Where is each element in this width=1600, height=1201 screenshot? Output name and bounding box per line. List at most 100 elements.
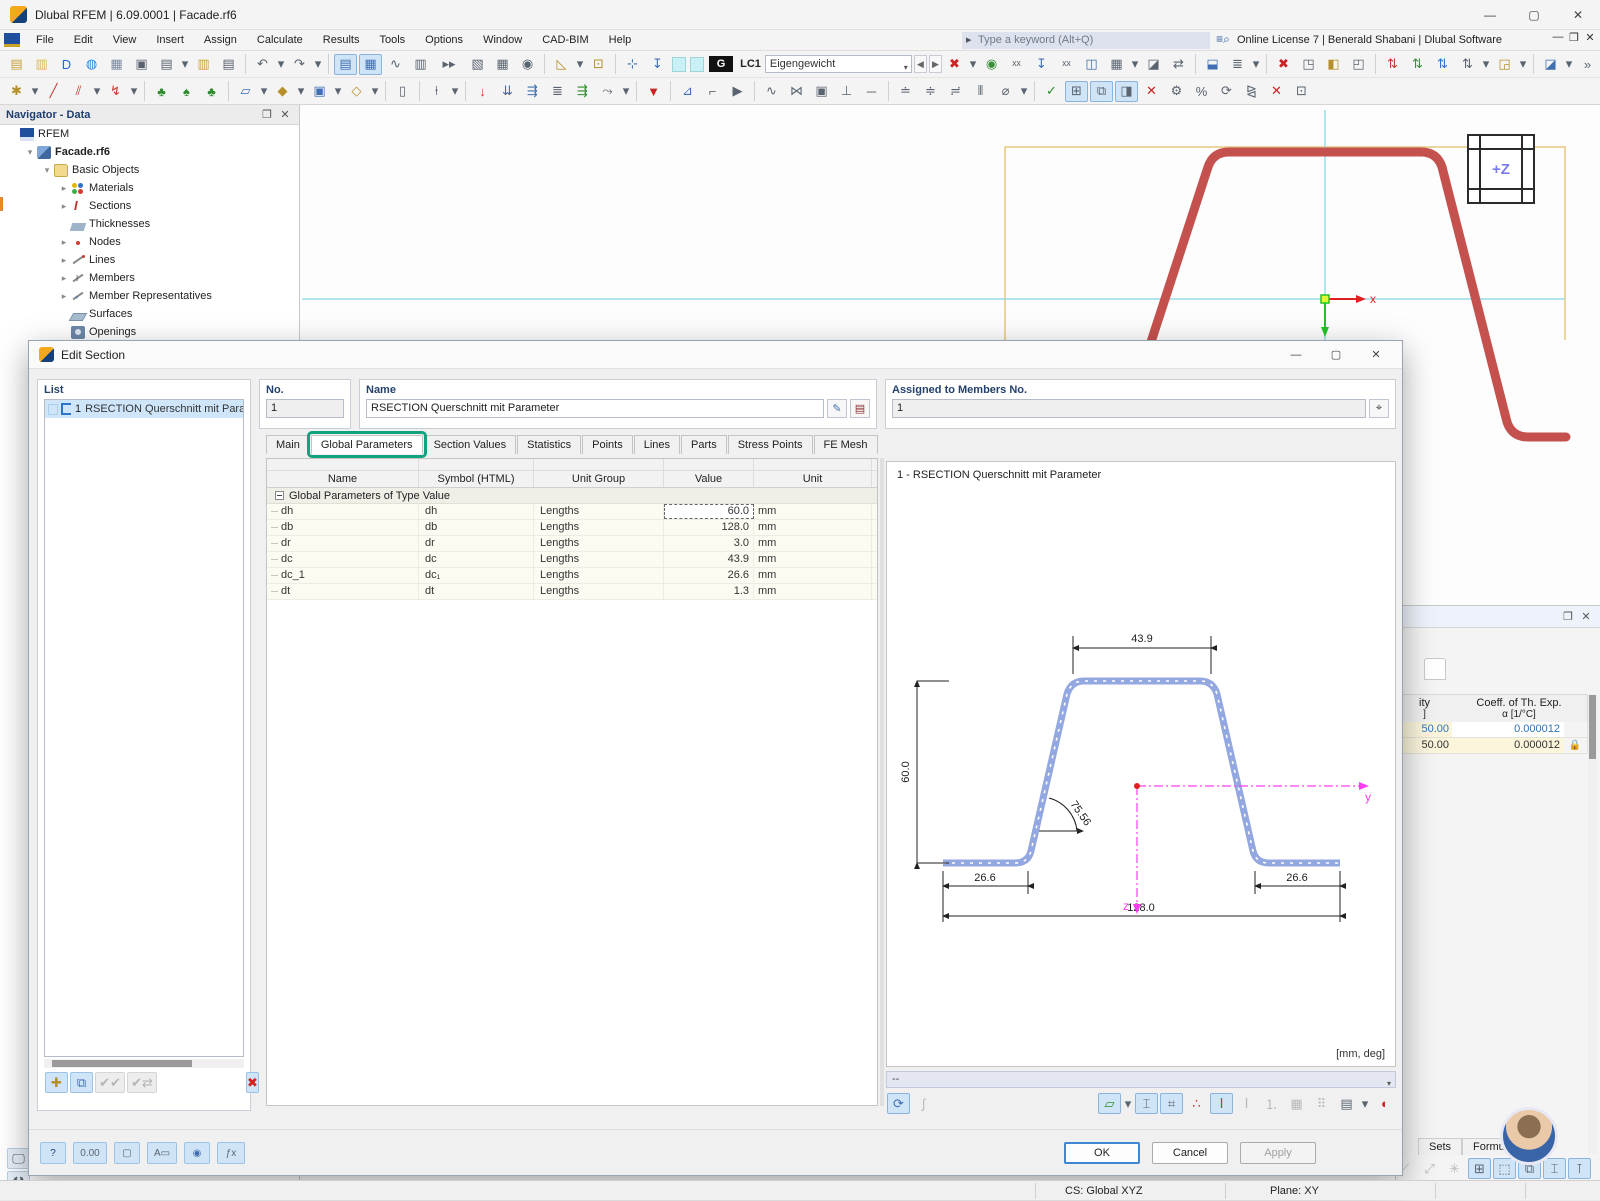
material-row[interactable]: 50.00 0.000012 🔒 — [1396, 738, 1588, 754]
tree-chevron-icon[interactable]: ▸ — [57, 255, 71, 266]
find-section-icon[interactable]: ◖ — [1372, 1093, 1395, 1114]
new-node-icon[interactable]: ✱ — [5, 81, 28, 102]
deactivate-icon[interactable]: ⌀ — [994, 81, 1017, 102]
zoom-caret-icon[interactable]: ▾ — [1518, 54, 1528, 75]
sidebar-item-nodes[interactable]: ▸ Nodes — [0, 233, 299, 251]
list-item-selected[interactable]: 1 RSECTION Querschnitt mit Parameter — [45, 400, 243, 418]
zoom-select-icon[interactable]: ◲ — [1493, 54, 1516, 75]
opening-icon[interactable]: ▣ — [308, 81, 331, 102]
show-results-icon[interactable]: ↧ — [1030, 54, 1053, 75]
gear-icon[interactable]: ⚙ — [1165, 81, 1188, 102]
pin-icon[interactable]: ⊺ — [1568, 1158, 1591, 1179]
tab-points[interactable]: Points — [582, 435, 633, 454]
block-icon[interactable]: ◇ — [345, 81, 368, 102]
member-load-icon[interactable]: ⇊ — [496, 81, 519, 102]
doc-minimize-button[interactable]: — — [1550, 31, 1566, 44]
network-model-icon[interactable]: ◍ — [80, 54, 103, 75]
printout-icon[interactable]: ▥ — [409, 54, 432, 75]
sidebar-item-rfem[interactable]: RFEM — [0, 125, 299, 143]
table-icon[interactable]: ▦ — [491, 54, 514, 75]
search-input[interactable]: Type a keyword (Alt+Q) — [962, 32, 1210, 49]
grid-toggle-icon[interactable]: ⊞ — [1065, 81, 1088, 102]
new-file-icon[interactable]: ▤ — [5, 54, 28, 75]
show-loads-icon[interactable]: ◉ — [980, 54, 1003, 75]
doc-close-button[interactable]: ✕ — [1582, 31, 1598, 44]
tab-main[interactable]: Main — [266, 435, 310, 454]
menu-edit[interactable]: Edit — [64, 30, 103, 51]
tree-chevron-icon[interactable]: ▸ — [57, 237, 71, 248]
section-preview-panel[interactable]: 1 - RSECTION Querschnitt mit Parameter 4… — [886, 461, 1396, 1067]
display-settings-icon[interactable]: 🖵 — [7, 1148, 30, 1169]
tree-chevron-icon[interactable]: ▸ — [57, 201, 71, 212]
close-red-icon[interactable]: ✕ — [1265, 81, 1288, 102]
cancel-calc-icon[interactable]: ✖ — [1272, 54, 1295, 75]
render-icon[interactable]: ◪ — [1539, 54, 1562, 75]
menu-cad-bim[interactable]: CAD-BIM — [532, 30, 598, 51]
axes-toggle-icon[interactable]: ⌗ — [1160, 1093, 1183, 1114]
filter-loads-icon[interactable]: ✖ — [943, 54, 966, 75]
opening-caret-icon[interactable]: ▾ — [333, 81, 343, 102]
save-view-icon[interactable]: ⬓ — [1201, 54, 1224, 75]
menu-assign[interactable]: Assign — [194, 30, 247, 51]
print-caret2-icon[interactable]: ▾ — [1360, 1093, 1370, 1114]
sidebar-item-openings[interactable]: Openings — [0, 323, 299, 341]
animation-icon[interactable]: ▶ — [726, 81, 749, 102]
release-icon[interactable]: ≐ — [894, 81, 917, 102]
redo-icon[interactable]: ↷ — [288, 54, 311, 75]
block-caret-icon[interactable]: ▾ — [370, 81, 380, 102]
plane-caret-icon[interactable]: ▾ — [575, 54, 585, 75]
invert-selection-button[interactable]: ✔⇄ — [127, 1072, 157, 1093]
view-caret-icon[interactable]: ▾ — [1123, 1093, 1133, 1114]
open-file-icon[interactable]: ▥ — [30, 54, 53, 75]
frame2-icon[interactable]: ⊡ — [1290, 81, 1313, 102]
list-horizontal-scrollbar[interactable] — [44, 1059, 244, 1068]
dialog-minimize-button[interactable]: — — [1276, 342, 1316, 368]
close-panel-icon[interactable]: ✕ — [1578, 610, 1594, 623]
rotate-icon[interactable]: ⟳ — [1215, 81, 1238, 102]
sidebar-item-materials[interactable]: ▸ Materials — [0, 179, 299, 197]
formula-button[interactable]: ƒx — [217, 1142, 245, 1164]
close-button[interactable]: ✕ — [1556, 0, 1600, 29]
close-panel-icon[interactable]: ✕ — [277, 108, 293, 121]
tree-chevron-icon[interactable]: ▸ — [57, 291, 71, 302]
menu-options[interactable]: Options — [415, 30, 473, 51]
views-caret-icon[interactable]: ▾ — [1130, 54, 1140, 75]
imperfection-icon[interactable]: ⤳ — [596, 81, 619, 102]
param-row-db[interactable]: db db Lengths 128.0 mm — [267, 520, 877, 536]
node-insert-icon[interactable]: ⊹ — [621, 54, 644, 75]
edit-name-icon[interactable]: ✎ — [827, 399, 847, 418]
line2-icon[interactable]: ⫽ — [67, 81, 90, 102]
result-values-icon[interactable]: ˣˣ — [1055, 54, 1078, 75]
camera-button[interactable]: ◉ — [184, 1142, 210, 1164]
axis-y-icon[interactable]: ⇅ — [1406, 54, 1429, 75]
parameter-group-row[interactable]: Global Parameters of Type Value — [267, 488, 877, 504]
save-icon[interactable]: ▣ — [130, 54, 153, 75]
frame-icon[interactable]: ⌐ — [701, 81, 724, 102]
rotate-section-icon[interactable]: ⟳ — [887, 1093, 910, 1114]
section-points-icon[interactable]: Ⅰ — [1210, 1093, 1233, 1114]
section-view-icon[interactable]: ▱ — [1098, 1093, 1121, 1114]
polyline-icon[interactable]: ↯ — [104, 81, 127, 102]
abacus-icon[interactable]: ≣ — [1226, 54, 1249, 75]
member-caret-icon[interactable]: ▾ — [450, 81, 460, 102]
float-panel-icon[interactable]: ❐ — [259, 108, 275, 121]
edit-box-icon[interactable]: ◧ — [1322, 54, 1345, 75]
swap-icon[interactable]: ⇄ — [1167, 54, 1190, 75]
tab-sets[interactable]: Sets — [1418, 1138, 1462, 1155]
table-grid-icon[interactable]: ▦ — [1285, 1093, 1308, 1114]
dots-grid-icon[interactable]: ⠿ — [1310, 1093, 1333, 1114]
tree-group-icon[interactable]: ♣ — [200, 81, 223, 102]
sidebar-item-surfaces[interactable]: Surfaces — [0, 305, 299, 323]
node-caret-icon[interactable]: ▾ — [30, 81, 40, 102]
visibility-icon[interactable]: ◫ — [1080, 54, 1103, 75]
dlubal-connect-icon[interactable]: D — [55, 54, 78, 75]
ok-button[interactable]: OK — [1064, 1142, 1140, 1164]
minimize-button[interactable]: — — [1468, 0, 1512, 29]
member-tool-icon[interactable]: ⍿ — [425, 81, 448, 102]
support-chat-icon[interactable]: ◉ — [516, 54, 539, 75]
help-button[interactable]: ? — [40, 1142, 66, 1164]
grid-icon[interactable]: ⊞ — [1468, 1158, 1491, 1179]
undo-icon[interactable]: ↶ — [251, 54, 274, 75]
copy-object-icon[interactable]: ▣ — [810, 81, 833, 102]
param-row-dt[interactable]: dt dt Lengths 1.3 mm — [267, 584, 877, 600]
